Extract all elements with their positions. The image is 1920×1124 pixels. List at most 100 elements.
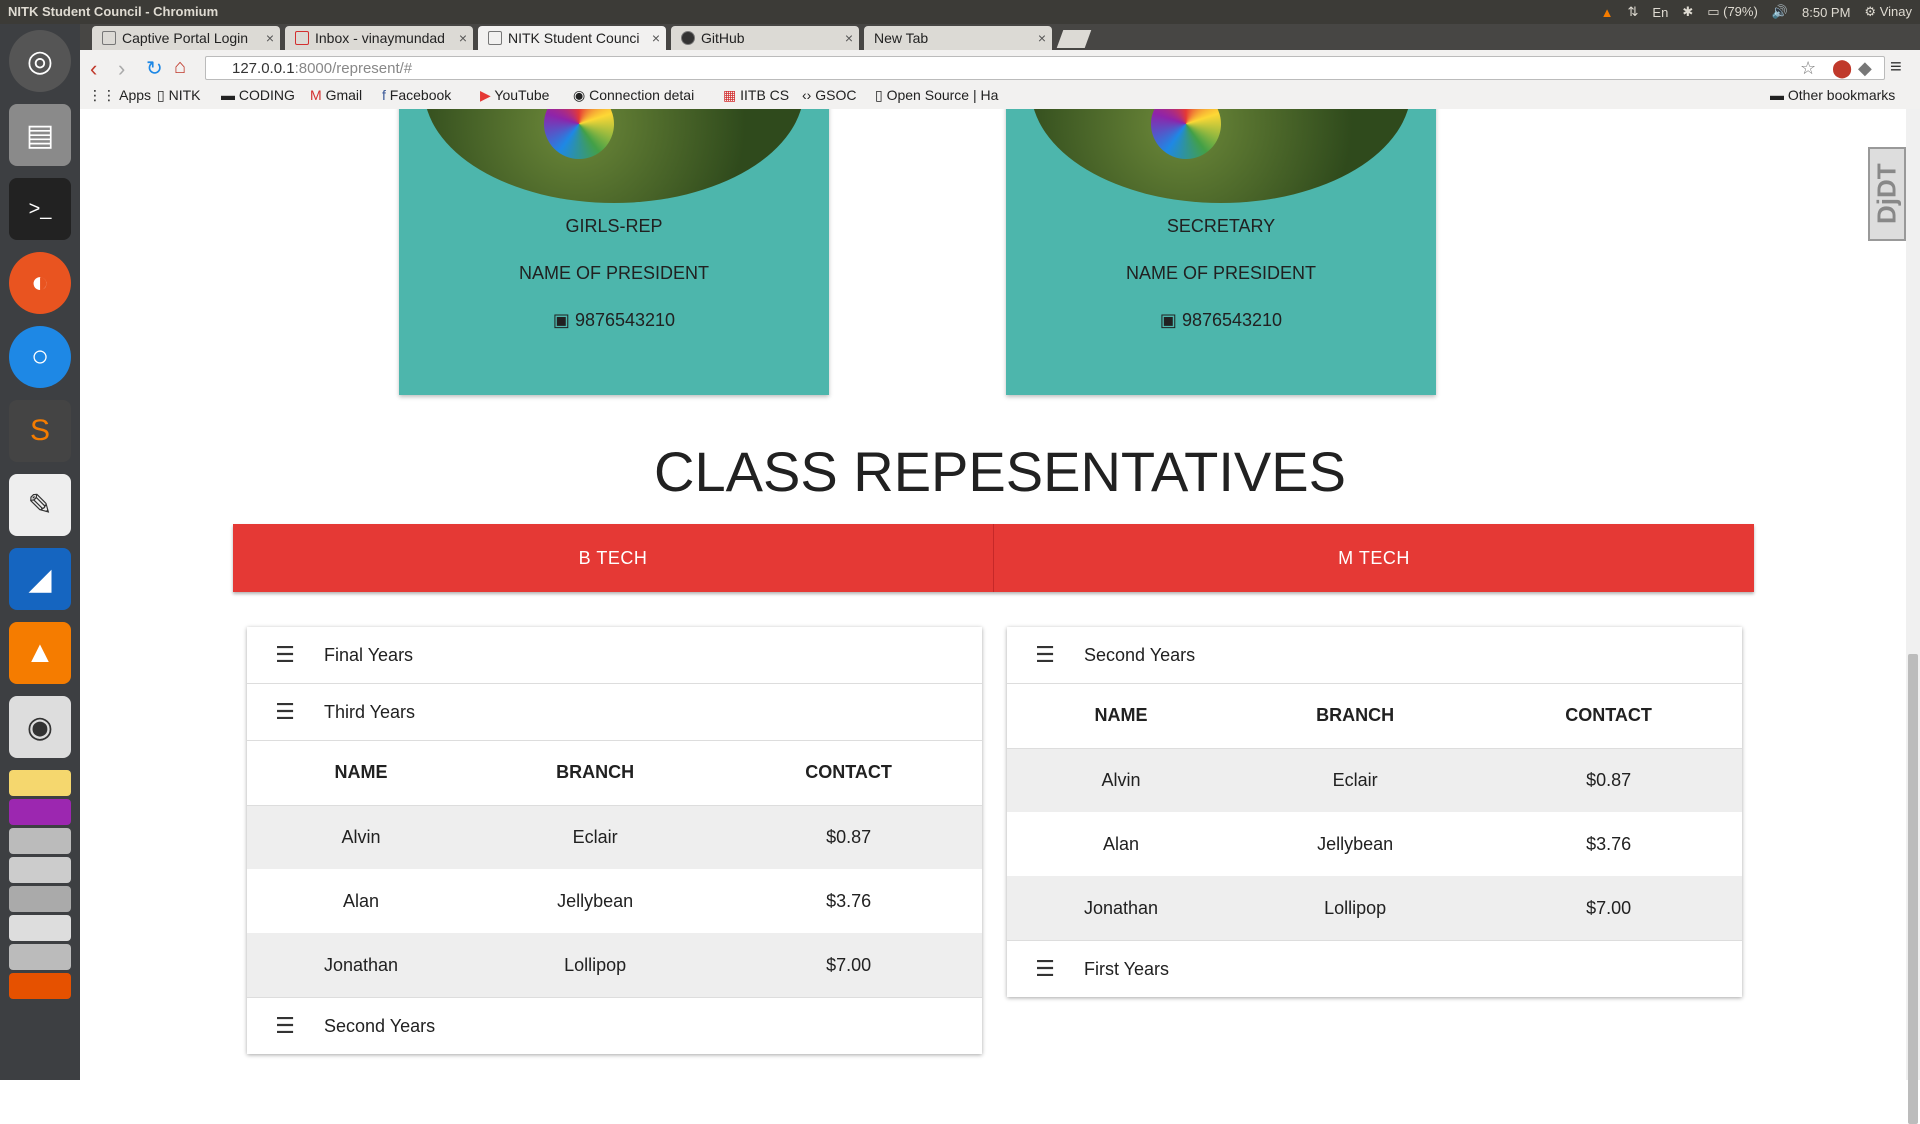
files-icon[interactable]: ▤ [9, 104, 71, 166]
cell-contact: $3.76 [826, 890, 872, 911]
rep-card: SECRETARY NAME OF PRESIDENT ▣ 9876543210 [1006, 109, 1436, 395]
cell-contact: $3.76 [1586, 833, 1632, 854]
network-icon[interactable]: ⇅ [1628, 4, 1639, 20]
chromium-icon[interactable]: ○ [9, 326, 71, 388]
table-row: Alan Jellybean $3.76 [247, 869, 982, 933]
vlc-tray-icon[interactable]: ▲ [1601, 5, 1614, 20]
tab-nitk-student-council[interactable]: NITK Student Counci × [478, 26, 666, 50]
bookmark-facebook[interactable]: f Facebook [382, 87, 451, 103]
cell-branch: Jellybean [1317, 833, 1394, 854]
new-tab-button[interactable] [1056, 30, 1092, 48]
tab-mtech[interactable]: M TECH [994, 524, 1754, 592]
address-bar[interactable]: 127.0.0.1:8000/represent/# [205, 56, 1885, 80]
window-title: NITK Student Council - Chromium [8, 4, 219, 19]
amazon-icon[interactable] [9, 973, 71, 999]
reload-button[interactable]: ↻ [146, 56, 163, 81]
collapsible-label: Final Years [324, 644, 414, 665]
bookmark-connection-details[interactable]: ◉ Connection detai [573, 87, 694, 104]
collapsible-header[interactable]: ☰ Second Years [1007, 627, 1742, 684]
menu-icon[interactable]: ≡ [1890, 56, 1902, 79]
volume-icon[interactable]: 🔊 [1772, 4, 1788, 20]
rep-name: NAME OF PRESIDENT [518, 263, 710, 283]
bluetooth-icon[interactable]: ✱ [1682, 4, 1693, 20]
user-menu[interactable]: ⚙ Vinay [1864, 4, 1912, 20]
bookmark-iitb-cs[interactable]: ▦ IITB CS [723, 87, 789, 104]
launcher-stack-icon[interactable] [9, 886, 71, 912]
launcher-stack-icon[interactable] [9, 828, 71, 854]
bookmark-gmail[interactable]: M Gmail [310, 87, 362, 103]
bookmark-gsoc[interactable]: ‹› GSOC [802, 87, 856, 103]
close-icon[interactable]: × [1038, 30, 1046, 46]
vlc-icon[interactable]: ▲ [9, 622, 71, 684]
rep-table: NAME BRANCH CONTACT Alvin Eclair $0.87 A… [1007, 684, 1742, 940]
bookmark-nitk[interactable]: ▯ NITK [157, 87, 200, 104]
home-button[interactable]: ⌂ [174, 56, 186, 79]
ubuntu-software-icon[interactable]: ◐ [9, 252, 71, 314]
ubuntu-dash-icon[interactable]: ◎ [9, 30, 71, 92]
cell-contact: $7.00 [715, 933, 982, 997]
page-icon [102, 31, 116, 45]
cell-name: Jonathan [1007, 876, 1236, 940]
bookmark-label: Gmail [325, 87, 363, 103]
bookmark-label: Facebook [389, 87, 452, 103]
cell-contact: $7.00 [1475, 876, 1742, 940]
bookmark-label: Open Source | Ha [886, 87, 999, 103]
page-icon [488, 31, 502, 45]
wireshark-icon[interactable]: ◢ [9, 548, 71, 610]
terminal-icon[interactable]: >_ [9, 178, 71, 240]
close-icon[interactable]: × [459, 30, 467, 46]
collapsible-label: Second Years [1084, 644, 1196, 665]
back-button[interactable]: ‹ [90, 56, 97, 82]
tab-label: GitHub [701, 30, 745, 46]
bookmark-youtube[interactable]: ▶ YouTube [480, 87, 549, 104]
bookmark-open-source[interactable]: ▯ Open Source | Ha [875, 87, 998, 104]
bookmarks-bar: ⋮⋮ Apps ▯ NITK ▬ CODING M Gmail f Facebo… [80, 82, 1920, 108]
rep-photo [1031, 109, 1411, 203]
launcher-stack-icon[interactable] [9, 915, 71, 941]
bookmark-star-icon[interactable]: ☆ [1800, 58, 1816, 79]
launcher-stack-icon[interactable] [9, 770, 71, 796]
collapsible-header[interactable]: ☰ Third Years [247, 684, 982, 741]
scrollbar-thumb[interactable] [1908, 654, 1918, 1124]
forward-button[interactable]: › [118, 56, 125, 82]
table-header-row: NAME BRANCH CONTACT [1007, 684, 1742, 749]
tab-btech[interactable]: B TECH [233, 524, 994, 592]
collapsible-header[interactable]: ☰ Final Years [247, 627, 982, 684]
text-editor-icon[interactable]: ✎ [9, 474, 71, 536]
rep-phone-number: 9876543210 [574, 310, 676, 330]
bookmark-label: YouTube [494, 87, 550, 103]
adblock-icon[interactable]: ⬤ [1832, 58, 1852, 79]
table-row: Alvin Eclair $0.87 [1007, 748, 1742, 812]
tab-new-tab[interactable]: New Tab × [864, 26, 1052, 50]
launcher-stack-icon[interactable] [9, 944, 71, 970]
collapsible-header[interactable]: ☰ Second Years [247, 997, 982, 1054]
keyboard-indicator[interactable]: En [1652, 5, 1668, 20]
cell-branch: Lollipop [475, 933, 716, 997]
close-icon[interactable]: × [652, 30, 660, 46]
github-icon [681, 31, 695, 45]
cell-contact: $0.87 [715, 805, 982, 869]
list-icon: ☰ [1035, 642, 1055, 667]
bookmark-coding[interactable]: ▬ CODING [221, 87, 295, 103]
dropbox-icon[interactable]: ◆ [1858, 58, 1872, 79]
launcher-stack-icon[interactable] [9, 857, 71, 883]
bookmark-apps[interactable]: ⋮⋮ Apps [88, 87, 151, 104]
close-icon[interactable]: × [266, 30, 274, 46]
cell-name: Alan [1103, 833, 1140, 854]
speaker-app-icon[interactable]: ◉ [9, 696, 71, 758]
other-bookmarks[interactable]: ▬ Other bookmarks [1770, 87, 1895, 103]
sublime-text-icon[interactable]: S [9, 400, 71, 462]
close-icon[interactable]: × [845, 30, 853, 46]
tab-captive-portal[interactable]: Captive Portal Login × [92, 26, 280, 50]
mtech-collapsible: ☰ Second Years NAME BRANCH CONTACT Alvin … [1007, 627, 1742, 997]
tab-github[interactable]: GitHub × [671, 26, 859, 50]
tab-gmail-inbox[interactable]: Inbox - vinaymundad × [285, 26, 473, 50]
page-scrollbar[interactable] [1906, 109, 1920, 1124]
collapsible-header[interactable]: ☰ First Years [1007, 940, 1742, 997]
battery-indicator[interactable]: ▭ (79%) [1707, 4, 1758, 20]
tab-label: Inbox - vinaymundad [315, 30, 445, 46]
rep-card: GIRLS-REP NAME OF PRESIDENT ▣ 9876543210 [399, 109, 829, 395]
clock[interactable]: 8:50 PM [1802, 5, 1850, 20]
django-debug-toolbar-handle[interactable]: DjDT [1868, 147, 1906, 241]
launcher-stack-icon[interactable] [9, 799, 71, 825]
